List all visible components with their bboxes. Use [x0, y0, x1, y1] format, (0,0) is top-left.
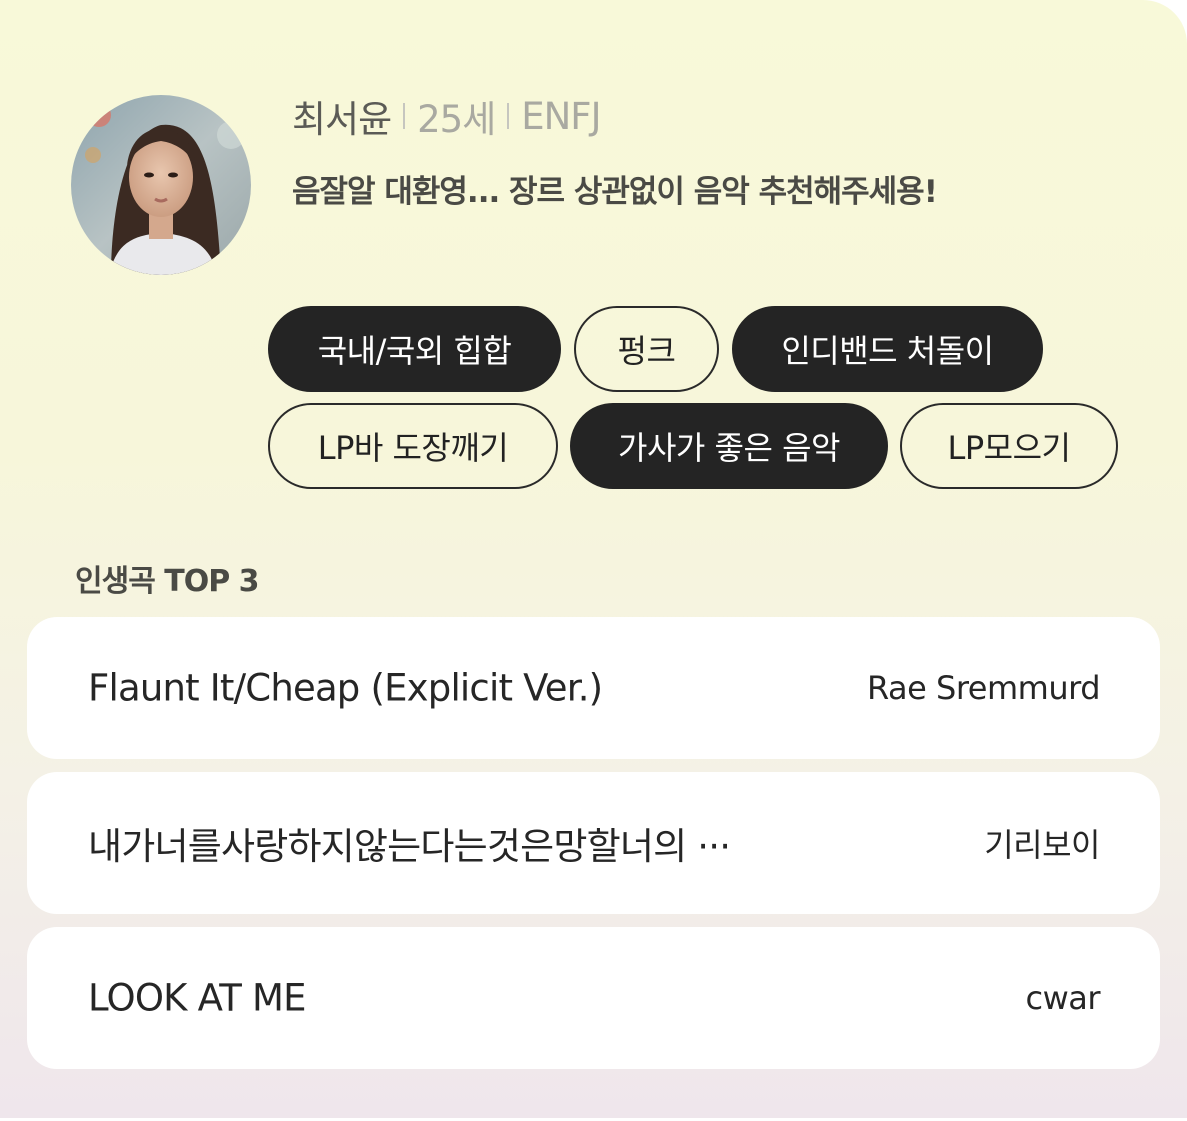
song-card[interactable]: 내가너를사랑하지않는다는것은망할너의 ··· 기리보이: [27, 772, 1160, 914]
profile-photo-icon: [71, 95, 251, 275]
song-artist: Rae Sremmurd: [867, 669, 1100, 707]
avatar[interactable]: [71, 95, 251, 275]
profile-header: 최서윤 25세 ENFJ: [292, 92, 602, 142]
tag-label: 펑크: [617, 332, 676, 370]
profile-card: 최서윤 25세 ENFJ 음잘알 대환영... 장르 상관없이 음악 추천해주세…: [0, 0, 1187, 1118]
tag-chip[interactable]: LP모으기: [900, 403, 1118, 489]
tag-label: LP모으기: [947, 429, 1071, 467]
song-card[interactable]: Flaunt It/Cheap (Explicit Ver.) Rae Srem…: [27, 617, 1160, 759]
tag-chip[interactable]: 인디밴드 처돌이: [732, 306, 1043, 392]
profile-age: 25세: [417, 98, 496, 141]
divider: [403, 103, 406, 129]
tag-chip[interactable]: LP바 도장깨기: [268, 403, 558, 489]
profile-mbti: ENFJ: [521, 94, 601, 138]
song-title: 내가너를사랑하지않는다는것은망할너의 ···: [88, 825, 731, 868]
tag-chip[interactable]: 펑크: [574, 306, 719, 392]
tag-label: 가사가 좋은 음악: [618, 429, 840, 467]
tag-label: 국내/국외 힙합: [317, 332, 512, 370]
divider: [507, 103, 510, 129]
top-songs-title: 인생곡 TOP 3: [75, 564, 260, 599]
song-card[interactable]: LOOK AT ME cwar: [27, 927, 1160, 1069]
song-title: LOOK AT ME: [88, 976, 306, 1020]
tag-label: 인디밴드 처돌이: [781, 332, 994, 370]
song-artist: cwar: [1025, 979, 1100, 1017]
tag-label: LP바 도장깨기: [317, 429, 509, 467]
song-title: Flaunt It/Cheap (Explicit Ver.): [88, 666, 603, 710]
tag-chip[interactable]: 국내/국외 힙합: [268, 306, 561, 392]
profile-bio: 음잘알 대환영... 장르 상관없이 음악 추천해주세용!: [292, 174, 938, 210]
tag-chip[interactable]: 가사가 좋은 음악: [570, 403, 888, 489]
profile-name: 최서윤: [292, 98, 392, 141]
song-artist: 기리보이: [984, 826, 1100, 864]
